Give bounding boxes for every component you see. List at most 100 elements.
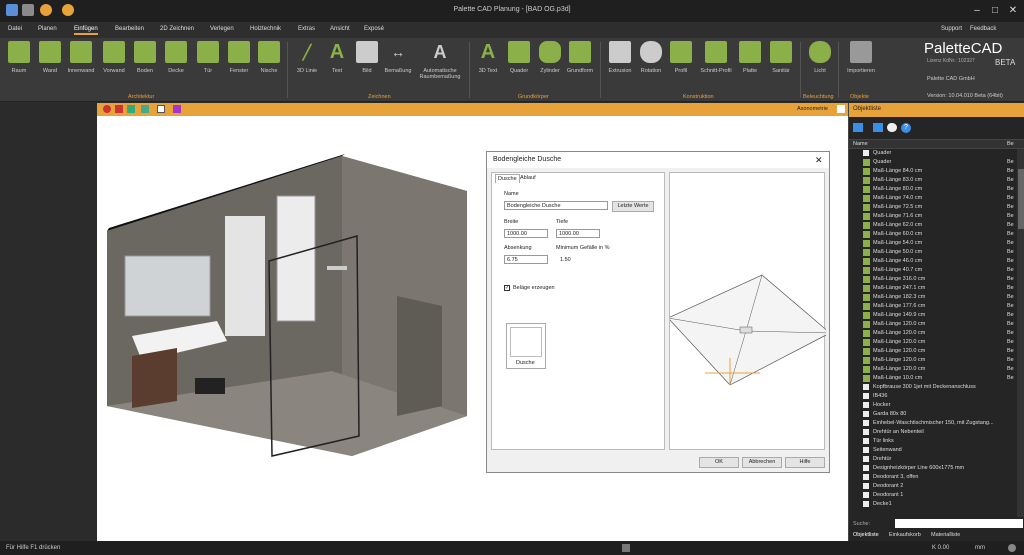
search-input[interactable] [895,519,1023,528]
pan-icon[interactable] [115,105,123,113]
list-item[interactable]: Maß-Länge 10.0 cm Be [849,374,1017,383]
be-column-header[interactable]: Be [1007,141,1014,147]
dimension-button[interactable]: ↔ Bemaßung [384,41,412,74]
cuboid-button[interactable]: Quader [505,41,533,74]
width-input[interactable]: 1000.00 [504,229,548,238]
list-item[interactable]: Maß-Länge 120.0 cm Be [849,365,1017,374]
sanitary-button[interactable]: Sanitär [767,41,795,74]
lowering-input[interactable]: 6.75 [504,255,548,264]
cancel-button[interactable]: Abbrechen [742,457,782,468]
list-item[interactable]: Maß-Länge 84.0 cm Be [849,167,1017,176]
list-item[interactable]: Maß-Länge 182.3 cm Be [849,293,1017,302]
list-item[interactable]: Einhebel-Waschtischmischer 150, mit Zugs… [849,419,1017,428]
view-maximize-icon[interactable] [837,105,845,113]
menu-verlegen[interactable]: Verlegen [210,26,234,32]
help-button[interactable]: Hilfe [785,457,825,468]
close-icon[interactable]: ✕ [1004,3,1022,19]
ok-button[interactable]: OK [699,457,739,468]
floor-button[interactable]: Boden [131,41,159,74]
menu-holztechnik[interactable]: Holztechnik [250,26,281,32]
list-item[interactable]: Maß-Länge 316.0 cm Be [849,275,1017,284]
list-item[interactable]: Decke1 [849,500,1017,509]
list-item[interactable]: Maß-Länge 120.0 cm Be [849,329,1017,338]
list-item[interactable]: Maß-Länge 50.0 cm Be [849,248,1017,257]
name-column-header[interactable]: Name [853,141,868,147]
import-button[interactable]: Importieren [844,41,878,74]
list-item[interactable]: Drehtür an Nebenteil [849,428,1017,437]
help-icon[interactable]: ? [901,123,911,133]
tag-icon[interactable] [873,123,883,132]
render-icon[interactable] [141,105,149,113]
menu-expose[interactable]: Exposé [364,26,384,32]
wall-button[interactable]: Wand [36,41,64,74]
view-mode-label[interactable]: Axonometrie [797,106,828,112]
extrusion-button[interactable]: Extrusion [606,41,634,74]
list-item[interactable]: Maß-Länge 80.0 cm Be [849,185,1017,194]
line-3d-button[interactable]: ╱ 3D Linie [293,41,321,75]
list-item[interactable]: Kopfbrause 300 1jet mit Deckenanschluss [849,383,1017,392]
rotation-button[interactable]: Rotation [637,41,665,74]
text-3d-button[interactable]: A 3D Text [474,41,502,75]
plate-button[interactable]: Platte [736,41,764,74]
list-item[interactable]: Maß-Länge 120.0 cm Be [849,347,1017,356]
select-all-icon[interactable] [853,123,863,132]
list-item[interactable]: Garda 80x 80 [849,410,1017,419]
depth-input[interactable]: 1000.00 [556,229,600,238]
list-item[interactable]: Quader Be [849,158,1017,167]
last-values-button[interactable]: Letzte Werte [612,201,654,212]
maximize-icon[interactable]: □ [986,3,1004,19]
list-item[interactable]: Deodorant 1 [849,491,1017,500]
list-item[interactable]: Maß-Länge 54.0 cm Be [849,239,1017,248]
auto-dimension-button[interactable]: A Automatische Raumbemaßung [414,41,466,81]
list-item[interactable]: Tür links [849,437,1017,446]
list-item[interactable]: IB436 [849,392,1017,401]
camera-icon[interactable] [173,105,181,113]
section-profile-button[interactable]: Schnitt-Profil [700,41,732,74]
window-button[interactable]: Fenster [225,41,253,74]
list-item[interactable]: Maß-Länge 72.5 cm Be [849,203,1017,212]
list-item[interactable]: Deodorant 3, offen [849,473,1017,482]
menu-extras[interactable]: Extras [298,26,315,32]
door-button[interactable]: Tür [194,41,222,74]
menu-ansicht[interactable]: Ansicht [330,26,350,32]
menu-einfuegen[interactable]: Einfügen [74,26,98,35]
refresh-icon[interactable] [887,123,897,132]
list-item[interactable]: Maß-Länge 71.6 cm Be [849,212,1017,221]
basic-shape-button[interactable]: Grundform [566,41,594,74]
light-button[interactable]: Licht [806,41,834,74]
list-item[interactable]: Drehtür [849,455,1017,464]
pre-wall-button[interactable]: Vorwand [100,41,128,74]
list-item[interactable]: Designheizkörper Line 600x1775 mm [849,464,1017,473]
zoom-icon[interactable] [103,105,111,113]
list-item[interactable]: Quader [849,149,1017,158]
dialog-close-icon[interactable]: ✕ [815,155,823,166]
menu-planen[interactable]: Planen [38,26,57,32]
image-button[interactable]: Bild [353,41,381,74]
settings-icon[interactable] [1008,544,1016,552]
tree-scrollbar[interactable] [1017,149,1024,517]
rotate-view-icon[interactable] [127,105,135,113]
list-item[interactable]: Maß-Länge 46.0 cm Be [849,257,1017,266]
text-button[interactable]: A Text [323,41,351,75]
list-item[interactable]: Maß-Länge 120.0 cm Be [849,320,1017,329]
list-item[interactable]: Seitenwand [849,446,1017,455]
list-item[interactable]: Maß-Länge 247.1 cm Be [849,284,1017,293]
tab-materialliste[interactable]: Materialliste [931,532,960,538]
list-item[interactable]: Maß-Länge 83.0 cm Be [849,176,1017,185]
list-item[interactable]: Deodorant 2 [849,482,1017,491]
profile-button[interactable]: Profil [667,41,695,74]
list-item[interactable]: Maß-Länge 120.0 cm Be [849,338,1017,347]
tab-dusche[interactable]: Dusche [495,174,520,183]
coverings-checkbox[interactable]: ✓ [504,285,510,291]
list-item[interactable]: Maß-Länge 74.0 cm Be [849,194,1017,203]
list-item[interactable]: Hocker [849,401,1017,410]
list-item[interactable]: Maß-Länge 177.6 cm Be [849,302,1017,311]
list-item[interactable]: Maß-Länge 62.0 cm Be [849,221,1017,230]
tab-ablauf[interactable]: Ablauf [520,175,536,181]
menu-datei[interactable]: Datei [8,26,22,32]
inner-wall-button[interactable]: Innenwand [67,41,95,74]
menu-2d-zeichnen[interactable]: 2D Zeichnen [160,26,194,32]
room-button[interactable]: Raum [5,41,33,74]
support-link[interactable]: Support [941,26,962,32]
grid-icon[interactable] [622,544,630,552]
